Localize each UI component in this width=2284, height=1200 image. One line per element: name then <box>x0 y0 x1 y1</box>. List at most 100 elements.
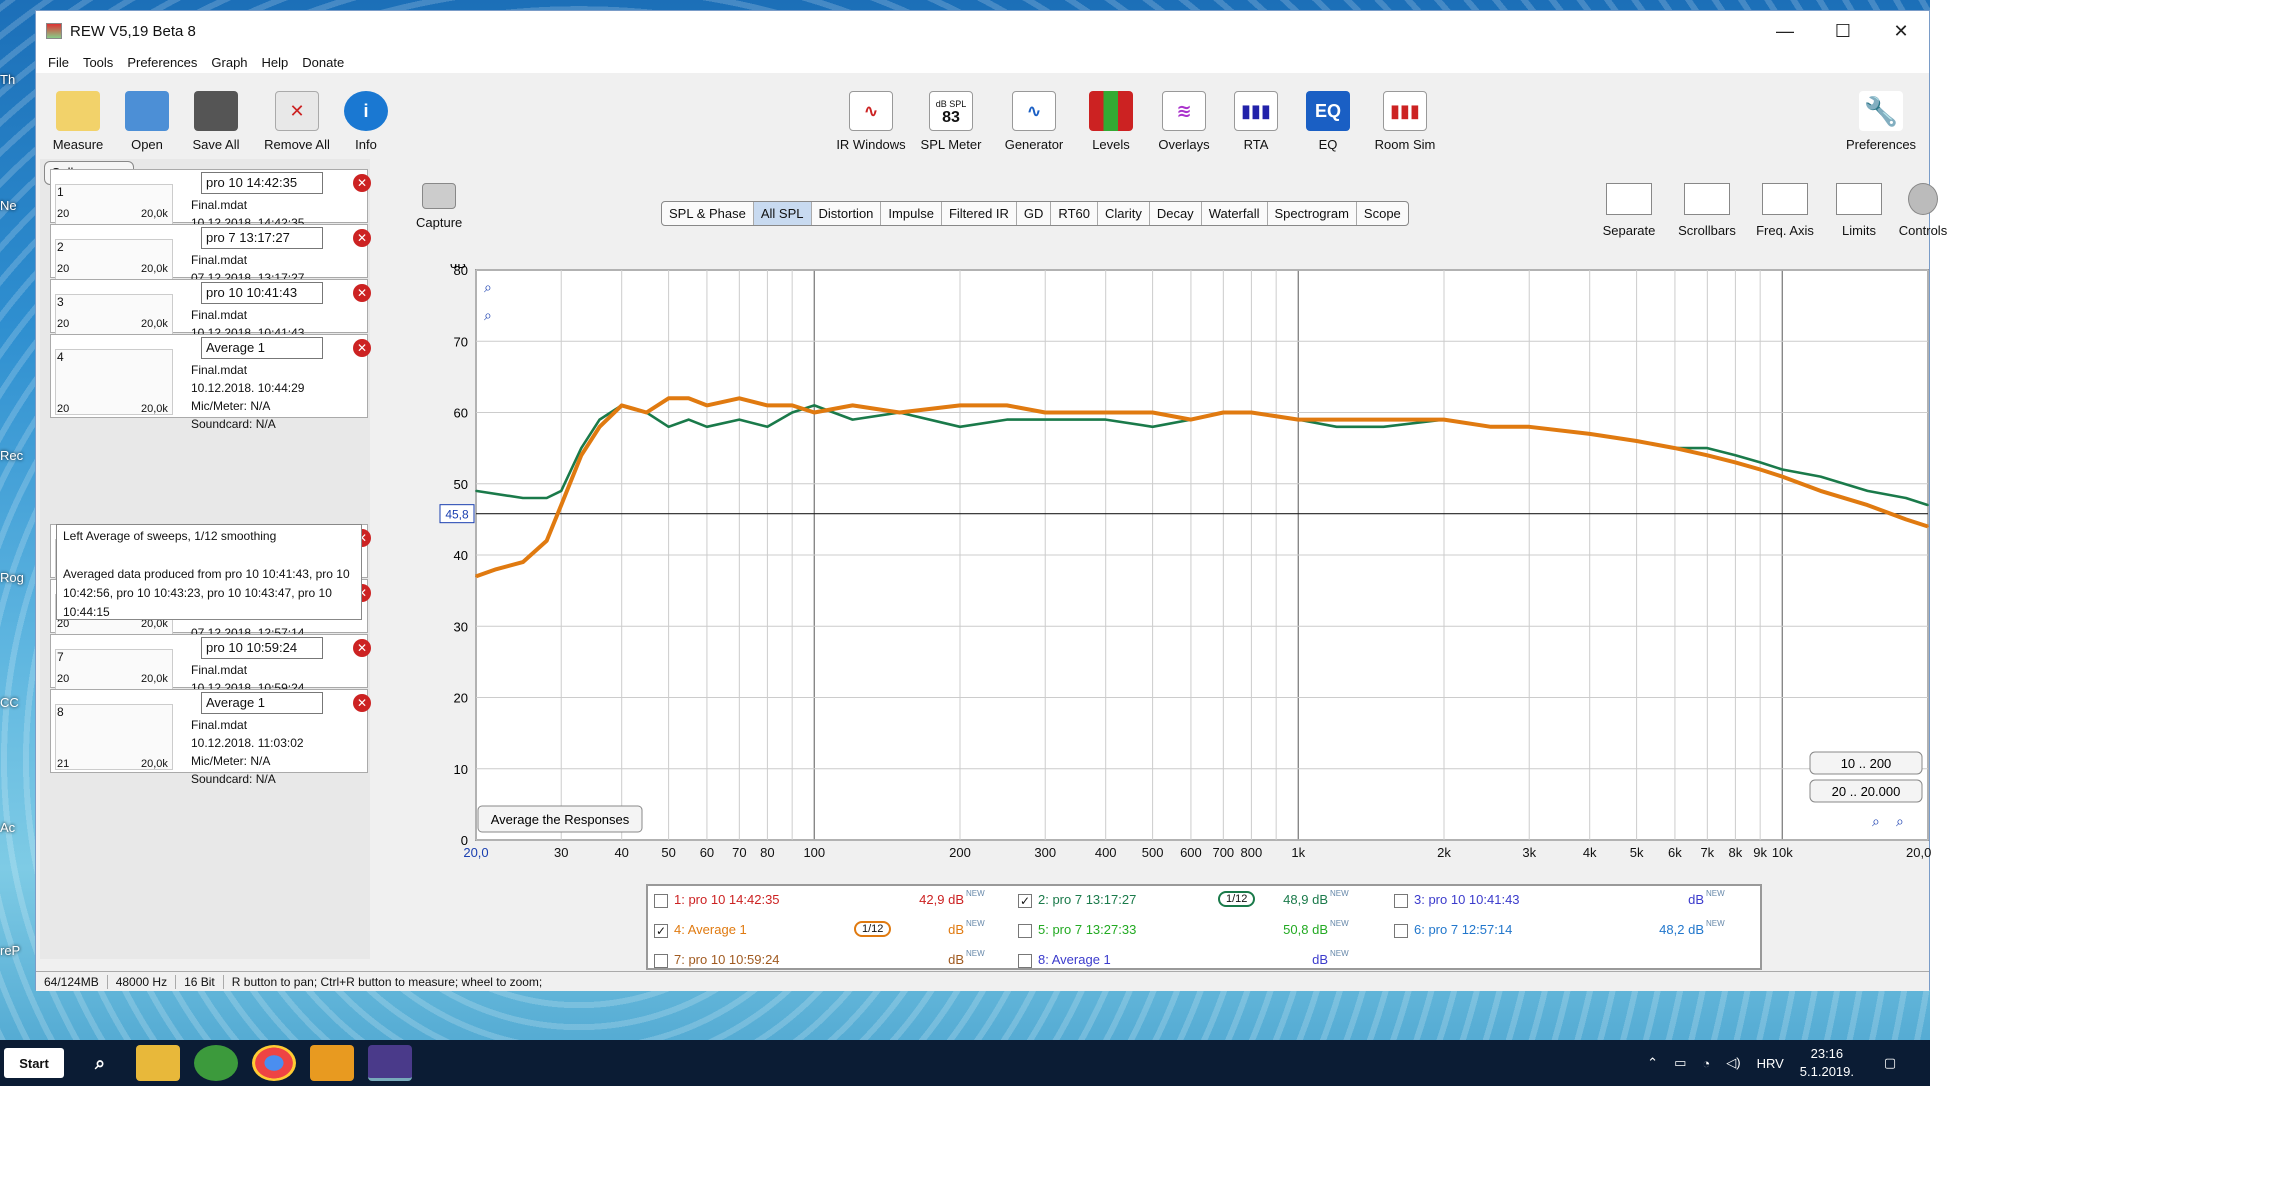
clock[interactable]: 23:16 5.1.2019. <box>1800 1045 1854 1081</box>
tab-waterfall[interactable]: Waterfall <box>1202 202 1268 225</box>
remove-measurement-icon[interactable]: ✕ <box>353 284 371 302</box>
menu-tools[interactable]: Tools <box>83 55 113 70</box>
smoothing-indicator[interactable]: 1/12 <box>1218 891 1256 907</box>
legend-item[interactable]: 1: pro 10 14:42:35 42,9 dB NEW <box>654 889 1004 908</box>
legend-checkbox[interactable] <box>1394 923 1408 938</box>
info-button[interactable]: i Info <box>326 91 406 152</box>
measurement-name-field[interactable]: pro 10 14:42:35 <box>201 172 323 194</box>
measurement-notes[interactable]: Left Average of sweeps, 1/12 smoothing A… <box>56 524 362 620</box>
zoom-in-icon[interactable]: ⌕ <box>484 279 492 295</box>
legend-item[interactable]: ✓ 4: Average 1 1/12 dB NEW <box>654 919 1004 938</box>
start-button[interactable]: Start <box>4 1048 64 1078</box>
measurement-entry[interactable]: 3 20 20,0k pro 10 10:41:43 ✕ Final.mdat 10.12.… <box>50 279 371 340</box>
scrollbars-button[interactable]: Scrollbars <box>1674 183 1740 238</box>
remove-all-button[interactable]: ✕ Remove All <box>257 91 337 152</box>
zoom-in-icon[interactable]: ⌕ <box>1872 813 1880 829</box>
tab-spl-phase[interactable]: SPL & Phase <box>662 202 754 225</box>
tab-filtered-ir[interactable]: Filtered IR <box>942 202 1017 225</box>
rta-button[interactable]: ▮▮▮ RTA <box>1216 91 1296 152</box>
preferences-button[interactable]: 🔧 Preferences <box>1836 91 1926 152</box>
legend-checkbox[interactable] <box>654 953 668 968</box>
chrome-icon[interactable] <box>252 1045 296 1081</box>
menu-donate[interactable]: Donate <box>302 55 344 70</box>
file-explorer-icon[interactable] <box>136 1045 180 1081</box>
measurement-entry[interactable]: 2 20 20,0k pro 7 13:17:27 ✕ Final.mdat 07.12.2… <box>50 224 371 285</box>
speaker-icon[interactable]: ◁) <box>1726 1055 1740 1071</box>
desktop-icon[interactable]: Th <box>0 72 34 87</box>
maximize-button[interactable]: ☐ <box>1814 11 1872 51</box>
desktop-icon[interactable]: Rog <box>0 570 34 585</box>
remove-measurement-icon[interactable]: ✕ <box>353 694 371 712</box>
remove-measurement-icon[interactable]: ✕ <box>353 339 371 357</box>
generator-button[interactable]: ∿ Generator <box>991 91 1077 152</box>
tab-all-spl[interactable]: All SPL <box>753 202 812 225</box>
torrent-icon[interactable] <box>194 1045 238 1081</box>
desktop-icon[interactable]: reP <box>0 943 34 958</box>
eq-button[interactable]: EQ EQ <box>1288 91 1368 152</box>
legend-checkbox[interactable]: ✓ <box>654 923 668 938</box>
controls-button[interactable]: Controls <box>1898 183 1948 238</box>
overlays-button[interactable]: ≋ Overlays <box>1144 91 1224 152</box>
measurement-name-field[interactable]: Average 1 <box>201 692 323 714</box>
remove-measurement-icon[interactable]: ✕ <box>353 229 371 247</box>
tab-spectrogram[interactable]: Spectrogram <box>1268 202 1357 225</box>
menu-preferences[interactable]: Preferences <box>127 55 197 70</box>
capture-button[interactable]: Capture <box>416 183 462 230</box>
language-indicator[interactable]: HRV <box>1757 1056 1784 1071</box>
legend-item[interactable]: 8: Average 1 dB NEW <box>1018 949 1368 968</box>
range-20-20000-button[interactable]: 20 .. 20.000 <box>1809 779 1923 803</box>
remove-measurement-icon[interactable]: ✕ <box>353 639 371 657</box>
open-button[interactable]: Open <box>107 91 187 152</box>
measurement-entry[interactable]: 8 21 20,0k Average 1 ✕ Final.mdat 10.12.2018. … <box>50 689 371 786</box>
measure-button[interactable]: Measure <box>38 91 118 152</box>
tab-clarity[interactable]: Clarity <box>1098 202 1150 225</box>
measurement-name-field[interactable]: pro 7 13:17:27 <box>201 227 323 249</box>
desktop-icon[interactable]: Ac <box>0 820 34 835</box>
menu-graph[interactable]: Graph <box>211 55 247 70</box>
tab-decay[interactable]: Decay <box>1150 202 1202 225</box>
wifi-icon[interactable]: ◔ <box>1702 1056 1710 1071</box>
range-10-200-button[interactable]: 10 .. 200 <box>1809 751 1923 775</box>
notifications-icon[interactable]: ▢ <box>1870 1055 1910 1071</box>
ir-windows-button[interactable]: ∿ IR Windows <box>826 91 916 152</box>
spl-graph[interactable]: 80706050403020100dB20,030405060708010020… <box>436 264 1931 864</box>
desktop-icon[interactable]: Rec <box>0 448 34 463</box>
tab-gd[interactable]: GD <box>1017 202 1052 225</box>
measurement-entry[interactable]: 1 20 20,0k pro 10 14:42:35 ✕ Final.mdat 10.12.… <box>50 169 371 230</box>
desktop-icon[interactable]: Ne <box>0 198 34 213</box>
rew-taskbar-icon[interactable] <box>368 1045 412 1081</box>
measurement-name-field[interactable]: pro 10 10:59:24 <box>201 637 323 659</box>
tab-scope[interactable]: Scope <box>1357 202 1408 225</box>
separate-button[interactable]: Separate <box>1596 183 1662 238</box>
minimize-button[interactable]: — <box>1756 11 1814 51</box>
battery-icon[interactable]: ▭ <box>1674 1055 1686 1071</box>
measurement-name-field[interactable]: pro 10 10:41:43 <box>201 282 323 304</box>
measurement-entry[interactable]: 4 20 20,0k Average 1 ✕ Final.mdat 10.12.2018. … <box>50 334 371 431</box>
legend-item[interactable]: ✓ 2: pro 7 13:17:27 1/12 48,9 dB NEW <box>1018 889 1368 908</box>
desktop-icon[interactable]: CC <box>0 695 34 710</box>
tab-rt60[interactable]: RT60 <box>1051 202 1098 225</box>
zoom-out-icon[interactable]: ⌕ <box>1896 813 1904 829</box>
legend-checkbox[interactable] <box>1394 893 1408 908</box>
legend-checkbox[interactable] <box>1018 923 1032 938</box>
legend-checkbox[interactable]: ✓ <box>1018 893 1032 908</box>
tab-impulse[interactable]: Impulse <box>881 202 942 225</box>
room-sim-button[interactable]: ▮▮▮ Room Sim <box>1362 91 1448 152</box>
legend-item[interactable]: 6: pro 7 12:57:14 48,2 dB NEW <box>1394 919 1744 938</box>
menu-help[interactable]: Help <box>262 55 289 70</box>
app-icon-orange[interactable] <box>310 1045 354 1081</box>
limits-button[interactable]: Limits <box>1826 183 1892 238</box>
measurement-name-field[interactable]: Average 1 <box>201 337 323 359</box>
remove-measurement-icon[interactable]: ✕ <box>353 174 371 192</box>
freq-axis-button[interactable]: Freq. Axis <box>1752 183 1818 238</box>
zoom-out-icon[interactable]: ⌕ <box>484 307 492 323</box>
smoothing-indicator[interactable]: 1/12 <box>854 921 892 937</box>
tab-distortion[interactable]: Distortion <box>812 202 882 225</box>
chevron-up-icon[interactable]: ⌃ <box>1647 1055 1658 1071</box>
legend-item[interactable]: 5: pro 7 13:27:33 50,8 dB NEW <box>1018 919 1368 938</box>
legend-checkbox[interactable] <box>1018 953 1032 968</box>
save-all-button[interactable]: Save All <box>176 91 256 152</box>
menu-file[interactable]: File <box>48 55 69 70</box>
legend-item[interactable]: 3: pro 10 10:41:43 dB NEW <box>1394 889 1744 908</box>
average-responses-button[interactable]: Average the Responses <box>477 805 643 833</box>
